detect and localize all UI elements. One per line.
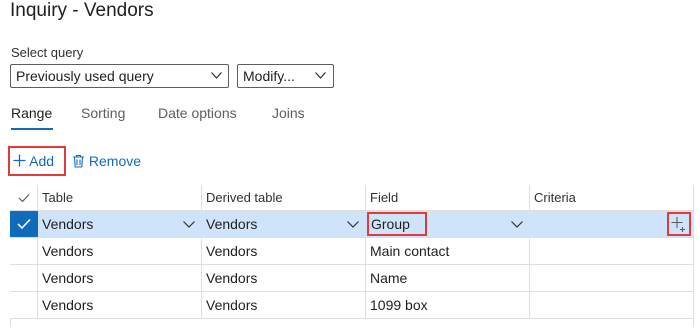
tab-sorting[interactable]: Sorting [81,105,125,121]
remove-button-label: Remove [88,153,142,169]
table-cell[interactable]: Vendors [38,238,202,264]
query-select[interactable]: Previously used query [10,64,229,88]
header-field[interactable]: Field [366,185,530,210]
derived-table-cell[interactable]: Vendors [202,211,366,237]
chevron-down-icon [211,72,222,79]
header-criteria[interactable]: Criteria [530,185,694,210]
table-row[interactable]: Vendors Vendors Main contact [10,238,694,265]
field-highlight-box: Group [367,212,427,236]
row-check[interactable] [10,238,38,264]
field-cell[interactable]: Name [366,265,530,291]
tab-active-indicator [11,128,53,130]
field-cell[interactable]: Main contact [366,238,530,264]
page-title: Inquiry - Vendors [10,0,154,21]
field-cell-value: Group [371,216,410,232]
remove-button[interactable]: Remove [72,148,141,174]
add-criteria-button[interactable] [667,212,691,236]
tab-range[interactable]: Range [11,105,52,121]
checkmark-icon [18,194,30,203]
tab-date-options[interactable]: Date options [158,105,237,121]
grid-header-row: Table Derived table Field Criteria [10,185,694,211]
table-cell[interactable]: Vendors [38,292,202,318]
checkmark-icon [17,218,31,230]
table-row[interactable]: Vendors Vendors Group [10,211,694,238]
table-cell[interactable]: Vendors [38,211,202,237]
derived-table-cell[interactable]: Vendors [202,238,366,264]
derived-table-cell-value: Vendors [206,216,258,232]
chevron-down-icon [315,72,326,79]
select-query-label: Select query [11,45,84,60]
criteria-cell[interactable] [530,211,694,237]
field-cell[interactable]: Group [366,211,530,237]
chevron-down-icon[interactable] [511,221,523,228]
criteria-cell[interactable] [530,265,694,291]
modify-button-label: Modify... [243,68,295,84]
grid-empty-area [10,319,694,327]
add-button[interactable]: Add [8,146,66,176]
table-cell-value: Vendors [42,216,94,232]
field-cell[interactable]: 1099 box [366,292,530,318]
row-checkbox-checked [10,211,38,237]
row-check[interactable] [10,265,38,291]
derived-table-cell[interactable]: Vendors [202,292,366,318]
row-check[interactable] [10,211,38,237]
chevron-down-icon[interactable] [347,221,359,228]
table-row[interactable]: Vendors Vendors Name [10,265,694,292]
criteria-cell[interactable] [530,292,694,318]
header-derived-table[interactable]: Derived table [202,185,366,210]
plus-icon [13,154,26,167]
trash-icon [73,154,84,168]
criteria-cell[interactable] [530,238,694,264]
header-select-all[interactable] [10,185,38,210]
modify-button[interactable]: Modify... [237,64,334,88]
derived-table-cell[interactable]: Vendors [202,265,366,291]
header-table[interactable]: Table [38,185,202,210]
add-button-label: Add [29,153,55,169]
row-check[interactable] [10,292,38,318]
table-row[interactable]: Vendors Vendors 1099 box [10,292,694,319]
table-cell[interactable]: Vendors [38,265,202,291]
query-select-value: Previously used query [16,68,154,84]
add-criteria-icon [671,217,685,232]
tab-joins[interactable]: Joins [272,105,305,121]
chevron-down-icon[interactable] [183,221,195,228]
